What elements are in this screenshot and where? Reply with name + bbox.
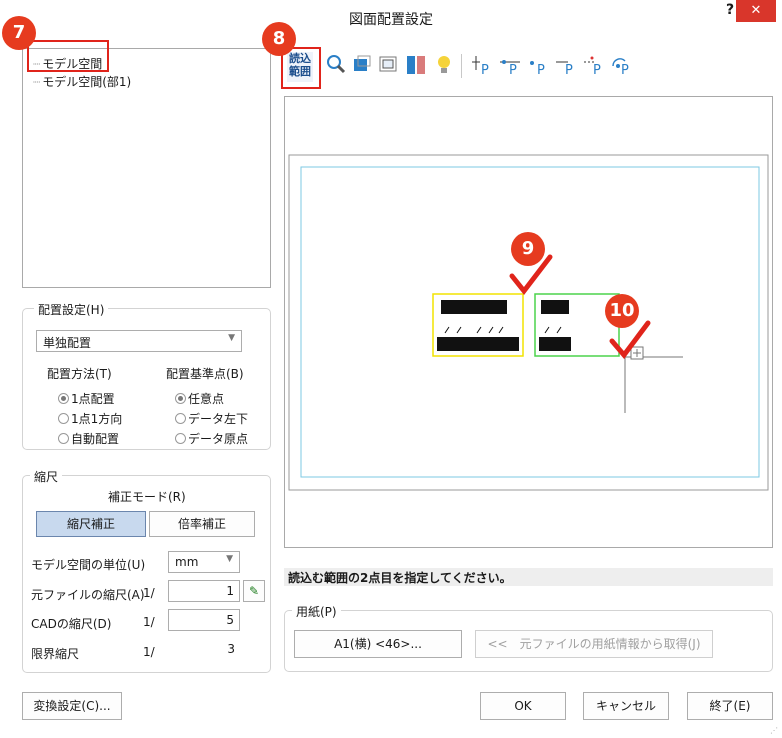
svg-text:P: P: [481, 63, 489, 76]
placement-mode-select[interactable]: 単独配置 ▼: [36, 330, 242, 352]
tree-item-model-space-part1[interactable]: ┈ モデル空間(部1): [33, 73, 131, 90]
scale-group-label: 縮尺: [30, 468, 63, 485]
source-scale-prefix: 1/: [143, 586, 155, 600]
svg-text:P: P: [537, 63, 545, 76]
highlight-box: [27, 40, 109, 72]
close-button[interactable]: ✕: [736, 0, 776, 22]
convert-icon[interactable]: [405, 54, 427, 76]
layout-tree[interactable]: ┈ モデル空間 ┈ モデル空間(部1): [22, 48, 271, 288]
radio-any-point[interactable]: 任意点: [175, 390, 224, 407]
model-unit-label: モデル空間の単位(U): [31, 558, 146, 572]
step-marker: 7: [2, 16, 36, 50]
cancel-button[interactable]: キャンセル: [583, 692, 669, 720]
radio-auto-placement[interactable]: 自動配置: [58, 430, 119, 447]
convert-settings-button[interactable]: 変換設定(C)...: [22, 692, 122, 720]
point-tr-icon[interactable]: P: [526, 54, 550, 78]
radio-icon: [58, 393, 69, 404]
point-bl-icon[interactable]: P: [554, 54, 578, 78]
move-icon[interactable]: [351, 54, 373, 76]
correction-mode-label: 補正モード(R): [108, 490, 186, 504]
radio-one-point-direction[interactable]: 1点1方向: [58, 410, 122, 427]
window-title: 図面配置設定: [349, 12, 433, 28]
chevron-down-icon: ▼: [228, 333, 235, 343]
base-point-label: 配置基準点(B): [166, 367, 244, 381]
drawing-block: [541, 300, 569, 314]
paper-size-button[interactable]: A1(横) <46>...: [294, 630, 462, 658]
model-unit-select[interactable]: mm ▼: [168, 551, 240, 573]
measure-scale-button[interactable]: ✎: [243, 580, 265, 602]
ratio-correction-button[interactable]: 倍率補正: [149, 511, 255, 537]
radio-icon: [175, 433, 186, 444]
limit-scale-value: 3: [227, 642, 235, 656]
drawing-strokes: [444, 326, 504, 334]
preview-canvas[interactable]: [284, 96, 773, 548]
svg-text:P: P: [509, 63, 517, 76]
radio-one-point[interactable]: 1点配置: [58, 390, 115, 407]
limit-scale-prefix: 1/: [143, 645, 155, 659]
pencil-ruler-icon: ✎: [248, 584, 260, 598]
status-message: 読込む範囲の2点目を指定してください。: [284, 568, 773, 586]
cad-scale-prefix: 1/: [143, 615, 155, 629]
point-tl-icon[interactable]: P: [470, 54, 494, 78]
point-tc-icon[interactable]: P: [498, 54, 522, 78]
limit-scale-label: 限界縮尺: [31, 647, 80, 661]
chevron-down-icon: ▼: [226, 554, 233, 564]
drawing-block: [441, 300, 507, 314]
step-marker: 8: [262, 22, 296, 56]
source-scale-input[interactable]: 1: [168, 580, 240, 602]
svg-text:P: P: [621, 63, 629, 76]
toolbar-separator: [461, 54, 462, 78]
method-label: 配置方法(T): [47, 367, 112, 381]
drawing-strokes: [544, 326, 562, 334]
paper-border: [300, 166, 760, 478]
radio-icon: [58, 413, 69, 424]
resize-grip-icon[interactable]: ⋰: [770, 726, 778, 735]
preview-drawing: [288, 154, 769, 491]
cad-scale-label: CADの縮尺(D): [31, 617, 112, 631]
point-origin-icon[interactable]: P: [610, 54, 634, 78]
cad-scale-input[interactable]: 5: [168, 609, 240, 631]
radio-data-origin[interactable]: データ原点: [175, 430, 248, 447]
placement-group-label: 配置設定(H): [34, 301, 109, 318]
source-scale-label: 元ファイルの縮尺(A): [31, 588, 145, 602]
step-marker: 9: [511, 232, 545, 266]
drawing-block: [539, 337, 571, 351]
radio-icon: [175, 393, 186, 404]
radio-icon: [58, 433, 69, 444]
tree-line-icon: ┈: [33, 75, 41, 89]
svg-text:P: P: [565, 63, 573, 76]
paper-group-label: 用紙(P): [292, 603, 341, 620]
ok-button[interactable]: OK: [480, 692, 566, 720]
sheet-outline: [288, 154, 769, 491]
zoom-icon[interactable]: [325, 54, 347, 76]
finish-button[interactable]: 終了(E): [687, 692, 773, 720]
scale-correction-button[interactable]: 縮尺補正: [36, 511, 146, 537]
svg-text:P: P: [593, 63, 601, 76]
radio-data-bottom-left[interactable]: データ左下: [175, 410, 248, 427]
fetch-paper-info-button[interactable]: << 元ファイルの用紙情報から取得(J): [475, 630, 713, 658]
drawing-block: [437, 337, 519, 351]
scale-icon[interactable]: [377, 54, 399, 76]
title-bar: 図面配置設定 ? ✕: [0, 0, 782, 34]
radio-icon: [175, 413, 186, 424]
point-bc-icon[interactable]: P: [582, 54, 606, 78]
step-marker: 10: [605, 294, 639, 328]
bulb-icon[interactable]: [433, 54, 455, 76]
